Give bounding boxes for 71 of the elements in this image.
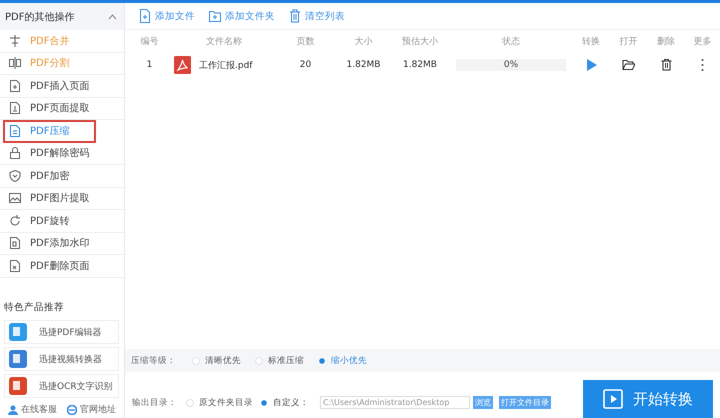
- radio-button[interactable]: [255, 356, 263, 364]
- sidebar-item[interactable]: PDF页面提取: [0, 98, 124, 120]
- page-icon: [8, 236, 22, 250]
- sidebar-item[interactable]: PDF旋转: [0, 210, 124, 232]
- trash-icon: [289, 9, 301, 23]
- table-cell: 工作汇报.pdf: [174, 56, 274, 74]
- rotate-icon: [8, 214, 22, 228]
- toolbar-button[interactable]: 清空列表: [289, 9, 345, 23]
- pdf-file-icon: [174, 56, 191, 74]
- column-header: 转换: [581, 36, 601, 48]
- trash-icon: [660, 58, 672, 72]
- radio-option[interactable]: 清晰优先: [192, 354, 241, 366]
- page-icon: [8, 124, 22, 138]
- sidebar-item[interactable]: PDF删除页面: [0, 255, 124, 278]
- play-button[interactable]: [584, 58, 598, 72]
- product-link[interactable]: 迅捷OCR文字识别: [4, 374, 119, 398]
- folder-plus-icon: [209, 9, 221, 23]
- trash-button[interactable]: [660, 58, 672, 72]
- product-link[interactable]: 迅捷视频转换器: [4, 347, 119, 371]
- radio-button[interactable]: [260, 398, 268, 406]
- table-cell-text: 1.82MB: [402, 60, 438, 70]
- page-icon: [8, 101, 22, 116]
- radio-button[interactable]: [186, 398, 194, 406]
- radio-option[interactable]: 原文件夹目录: [186, 396, 253, 408]
- field-label: 压缩等级：: [131, 354, 176, 366]
- sidebar-item[interactable]: PDF压缩: [3, 120, 96, 142]
- column-header: 状态: [501, 36, 521, 48]
- footer-link[interactable]: 官网地址: [67, 403, 116, 416]
- page-x-icon: [8, 258, 22, 273]
- page-plus-icon: [8, 78, 22, 93]
- sidebar-item[interactable]: PDF加密: [0, 165, 124, 188]
- column-header: 大小: [354, 36, 374, 48]
- sidebar-item[interactable]: PDF图片提取: [0, 188, 124, 210]
- section-header[interactable]: PDF的其他操作: [0, 3, 124, 30]
- sidebar-item[interactable]: PDF解除密码: [0, 142, 124, 165]
- merge-icon: [8, 34, 22, 48]
- start-button[interactable]: 开始转换: [583, 380, 713, 418]
- file-plus-icon: [139, 9, 151, 23]
- shield-icon: [8, 168, 22, 183]
- radio-button[interactable]: [318, 356, 326, 364]
- table-cell-text: 1: [146, 60, 154, 70]
- sidebar-item[interactable]: PDF添加水印: [0, 232, 124, 255]
- lock-icon: [8, 146, 22, 160]
- image-icon: [8, 191, 22, 206]
- column-header: 页数: [296, 36, 316, 48]
- sidebar-item[interactable]: PDF插入页面: [0, 75, 124, 98]
- product-link[interactable]: 迅捷PDF编辑器: [4, 320, 119, 344]
- column-header: 更多: [692, 36, 712, 48]
- column-header: 编号: [140, 36, 160, 48]
- radio-button[interactable]: [192, 356, 200, 364]
- radio-option[interactable]: 标准压缩: [255, 354, 304, 366]
- table-cell-text: 1.82MB: [346, 60, 382, 70]
- footer-link[interactable]: 在线客服: [8, 403, 57, 416]
- play-icon: [584, 58, 598, 72]
- column-header: 打开: [618, 36, 638, 48]
- product-name: 迅捷视频转换器: [39, 354, 102, 366]
- person-icon: [8, 404, 18, 414]
- radio-option[interactable]: 缩小优先: [318, 354, 367, 366]
- radio-option[interactable]: 自定义：: [260, 396, 309, 408]
- split-icon: [8, 56, 22, 70]
- column-header: 文件名称: [205, 36, 243, 48]
- column-header: 删除: [656, 36, 676, 48]
- folder-button[interactable]: [622, 58, 635, 72]
- product-name: 迅捷OCR文字识别: [39, 380, 113, 392]
- product-name: 迅捷PDF编辑器: [39, 326, 102, 338]
- table-cell-text: 20: [298, 60, 312, 70]
- column-header: 预估大小: [401, 36, 439, 48]
- field-label: 输出目录：: [132, 396, 177, 408]
- folder-icon: [622, 58, 635, 72]
- play-icon: [603, 389, 623, 409]
- section-title: 特色产品推荐: [3, 301, 65, 315]
